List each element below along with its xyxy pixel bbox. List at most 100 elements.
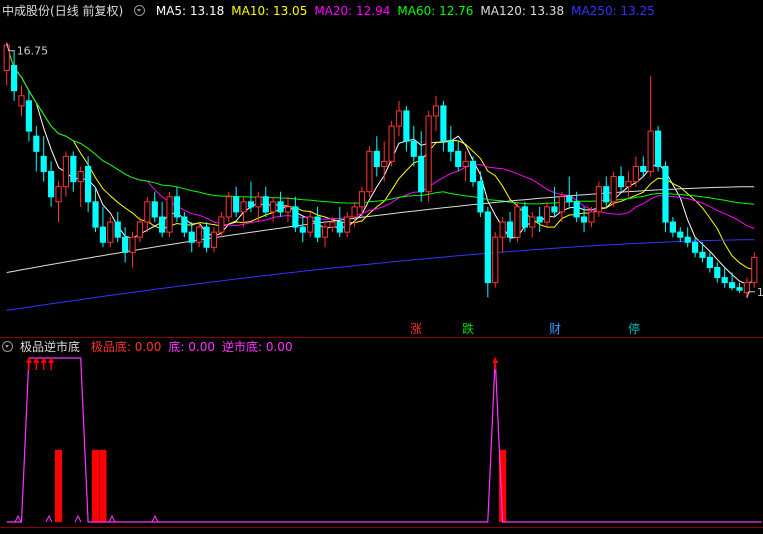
baseline-spike [14, 514, 22, 523]
candle-body [669, 221, 676, 233]
arrow-head [492, 357, 499, 363]
candle-body [373, 150, 380, 167]
candle-body [691, 241, 699, 253]
dropdown-circle-icon[interactable] [134, 5, 146, 16]
ma-legend: MA5: 13.18 MA10: 13.05 MA20: 12.94 MA60: 12… [156, 4, 662, 18]
candle-body [85, 165, 92, 203]
dropdown-circle-icon[interactable] [2, 341, 13, 352]
indicator-value: 极品底: 0.00 [90, 340, 162, 354]
event-tag[interactable]: 涨 [410, 322, 422, 336]
low-marker-line [746, 291, 755, 298]
indicator-value: 逆市底: 0.00 [222, 340, 293, 354]
candle-body [499, 221, 506, 238]
candle-body [218, 216, 225, 233]
candle-body [588, 211, 595, 223]
candle-body [307, 216, 314, 233]
candle-body [603, 186, 610, 203]
candle-body [640, 165, 647, 173]
low-price-label: 11.71 [757, 286, 763, 299]
candle-body [107, 221, 114, 243]
event-tag[interactable]: 停 [628, 322, 640, 336]
candle-body [647, 130, 654, 173]
candle-body [144, 201, 151, 223]
candle-body [566, 196, 573, 203]
candle-body [514, 206, 521, 238]
candle-body [62, 155, 70, 188]
ma-legend-item: MA60: 12.76 [397, 4, 474, 18]
candle-body [580, 216, 588, 223]
candle-body [151, 201, 158, 218]
candle-body [129, 236, 136, 253]
candle-body [469, 160, 477, 183]
candle-body [181, 216, 188, 233]
candle-body [329, 221, 336, 228]
candle-body [492, 236, 499, 284]
indicator-legend: 极品底: 0.00 底: 0.00 逆市底: 0.00 [91, 340, 300, 354]
candle-body [388, 125, 395, 162]
candle-body [477, 181, 484, 213]
candle-body [166, 196, 173, 233]
candle-body [521, 206, 528, 228]
candle-body [247, 201, 255, 208]
candle-body [440, 105, 447, 142]
candle-body [410, 140, 417, 157]
candle-body [33, 135, 40, 152]
ma-legend-item: MA120: 13.38 [480, 4, 565, 18]
candle-body [543, 206, 551, 223]
event-tag[interactable]: 财 [549, 322, 561, 336]
candle-body [729, 282, 736, 289]
candle-body [462, 160, 469, 167]
candle-body [196, 226, 203, 243]
candle-body [55, 186, 62, 203]
candle-body [344, 216, 351, 233]
candle-body [114, 221, 121, 238]
candle-body [351, 206, 358, 218]
candle-body [284, 206, 292, 213]
candle-body [610, 176, 617, 203]
ma-legend-item: MA20: 12.94 [314, 4, 391, 18]
candle-body [225, 196, 232, 218]
candle-body [625, 181, 632, 188]
candle-body [455, 150, 462, 167]
ma-legend-item: MA10: 13.05 [231, 4, 308, 18]
indicator-title: 极品逆市底 [20, 340, 81, 354]
candle-body [299, 226, 306, 233]
baseline-spike [45, 514, 53, 523]
candle-body [321, 226, 329, 238]
candle-body [358, 191, 366, 208]
candle-body [632, 165, 639, 183]
candle-body [366, 150, 373, 193]
main-header: 中成股份(日线 前复权) MA5: 13.18 MA10: 13.05 MA20: … [2, 3, 669, 19]
candle-body [751, 256, 758, 284]
candle-body [484, 211, 491, 284]
candle-body [381, 160, 388, 167]
candle-body [255, 196, 262, 208]
baseline-spike [151, 514, 159, 523]
candle-body [684, 236, 691, 243]
high-marker-line [6, 42, 15, 52]
ma5-line [6, 45, 755, 285]
ma-legend-item: MA250: 13.25 [571, 4, 655, 18]
candle-body [99, 226, 107, 243]
candle-body [403, 110, 410, 142]
candle-body [11, 64, 18, 92]
candle-body [558, 196, 565, 213]
candle-body [529, 216, 536, 228]
event-tag[interactable]: 跌 [462, 322, 474, 336]
candle-body [677, 231, 684, 238]
candle-body [418, 155, 425, 193]
candle-body [159, 216, 166, 233]
candle-body [506, 221, 514, 238]
indicator-value: 底: 0.00 [168, 340, 215, 354]
candle-body [395, 110, 403, 127]
candle-body [210, 231, 218, 248]
ma-legend-item: MA5: 13.18 [155, 4, 225, 18]
candle-body [70, 155, 77, 183]
candle-body [573, 201, 580, 218]
candle-body [136, 221, 144, 238]
candle-body [721, 277, 728, 284]
baseline-spike [74, 514, 82, 523]
candle-body [536, 216, 543, 223]
candle-body [736, 287, 743, 291]
candle-body [18, 95, 25, 107]
